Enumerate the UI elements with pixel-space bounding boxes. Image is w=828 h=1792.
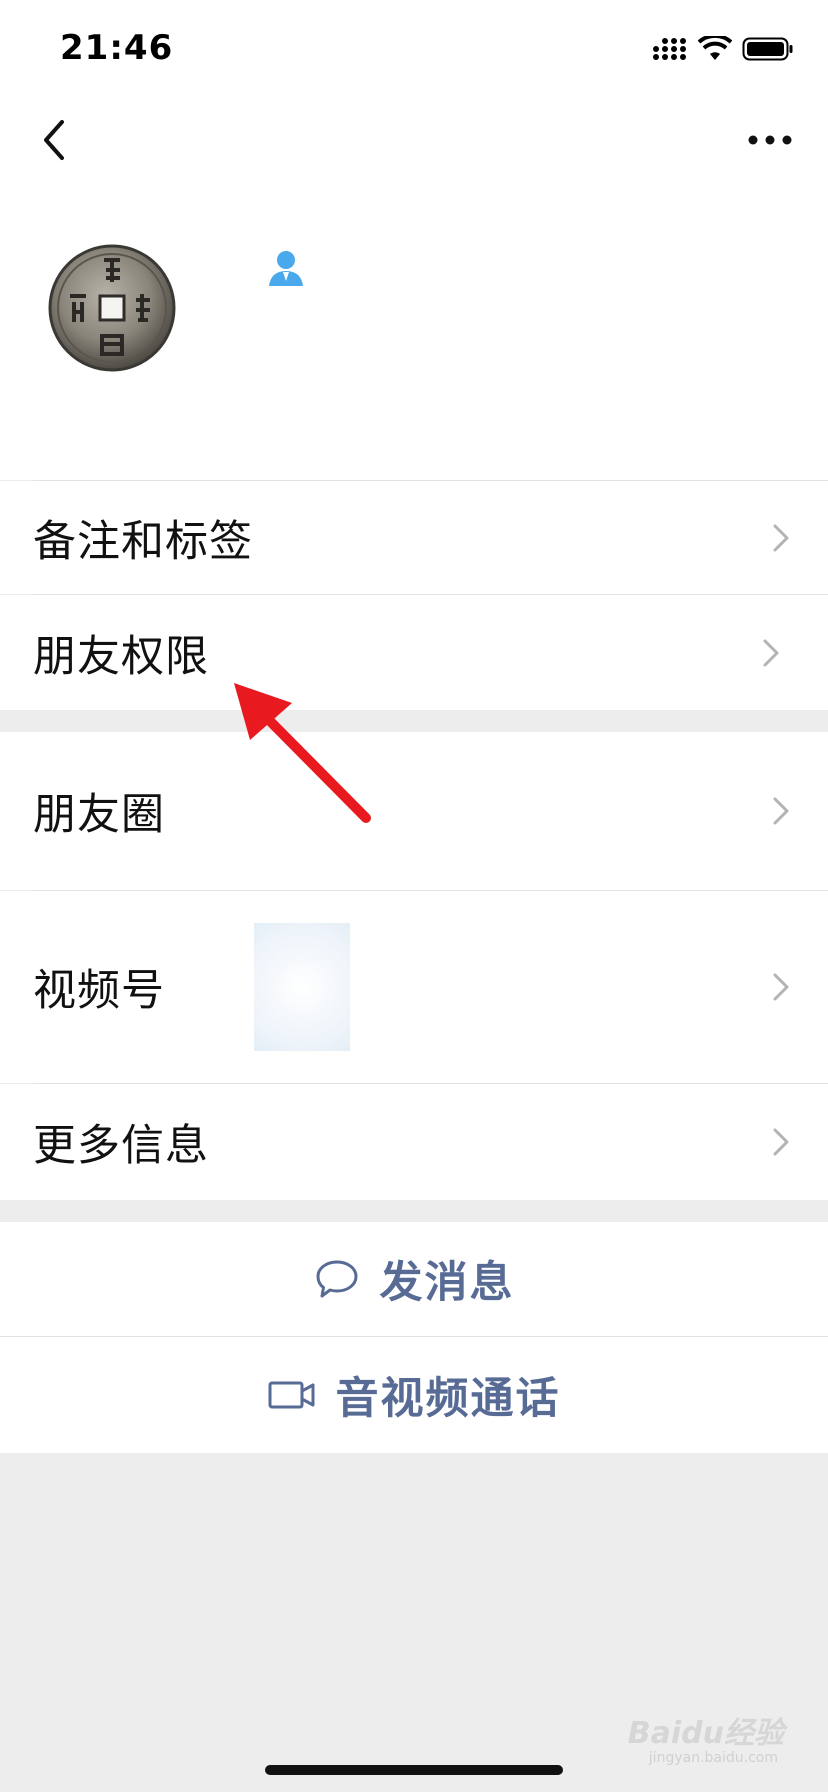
friend-permissions-row[interactable]: 朋友权限 (0, 595, 828, 710)
chevron-right-icon (773, 1128, 789, 1156)
remark-and-tags-row[interactable]: 备注和标签 (0, 481, 828, 594)
video-camera-icon (268, 1379, 316, 1411)
watermark-url: jingyan.baidu.com (648, 1750, 778, 1766)
navigation-bar (0, 100, 828, 180)
send-message-button[interactable]: 发消息 (0, 1222, 828, 1336)
chevron-right-icon (773, 973, 789, 1001)
friend-permissions-label: 朋友权限 (33, 631, 209, 682)
user-profile-icon (266, 248, 306, 288)
back-button[interactable] (24, 110, 84, 170)
moments-row[interactable]: 朋友圈 (0, 732, 828, 890)
avatar[interactable] (44, 240, 180, 376)
wifi-icon (698, 36, 732, 60)
chevron-left-icon (44, 120, 64, 160)
chevron-right-icon (773, 797, 789, 825)
send-message-label: 发消息 (379, 1258, 515, 1308)
baidu-jingyan-watermark: Baidu经验 (627, 1716, 784, 1751)
status-bar: 21:46 (0, 0, 828, 100)
home-indicator[interactable] (265, 1765, 563, 1775)
cellular-signal-icon (653, 38, 686, 60)
channels-preview-thumbnail (254, 923, 350, 1051)
more-options-button[interactable] (730, 110, 810, 170)
battery-icon (742, 37, 793, 61)
channels-label: 视频号 (33, 966, 165, 1016)
channels-row[interactable]: 视频号 (0, 891, 828, 1083)
status-time: 21:46 (60, 28, 174, 68)
voice-video-call-label: 音视频通话 (335, 1374, 561, 1424)
more-dots-icon (748, 135, 792, 145)
chevron-right-icon (773, 524, 789, 551)
voice-video-call-button[interactable]: 音视频通话 (0, 1337, 828, 1453)
status-icons (652, 36, 794, 62)
chevron-right-icon (763, 639, 779, 666)
profile-info (0, 220, 828, 400)
coin-avatar-image (44, 240, 180, 376)
remark-and-tags-label: 备注和标签 (33, 516, 253, 567)
chat-bubble-icon (314, 1258, 360, 1300)
more-info-row[interactable]: 更多信息 (0, 1084, 828, 1200)
moments-label: 朋友圈 (33, 790, 165, 840)
more-info-label: 更多信息 (33, 1121, 209, 1171)
